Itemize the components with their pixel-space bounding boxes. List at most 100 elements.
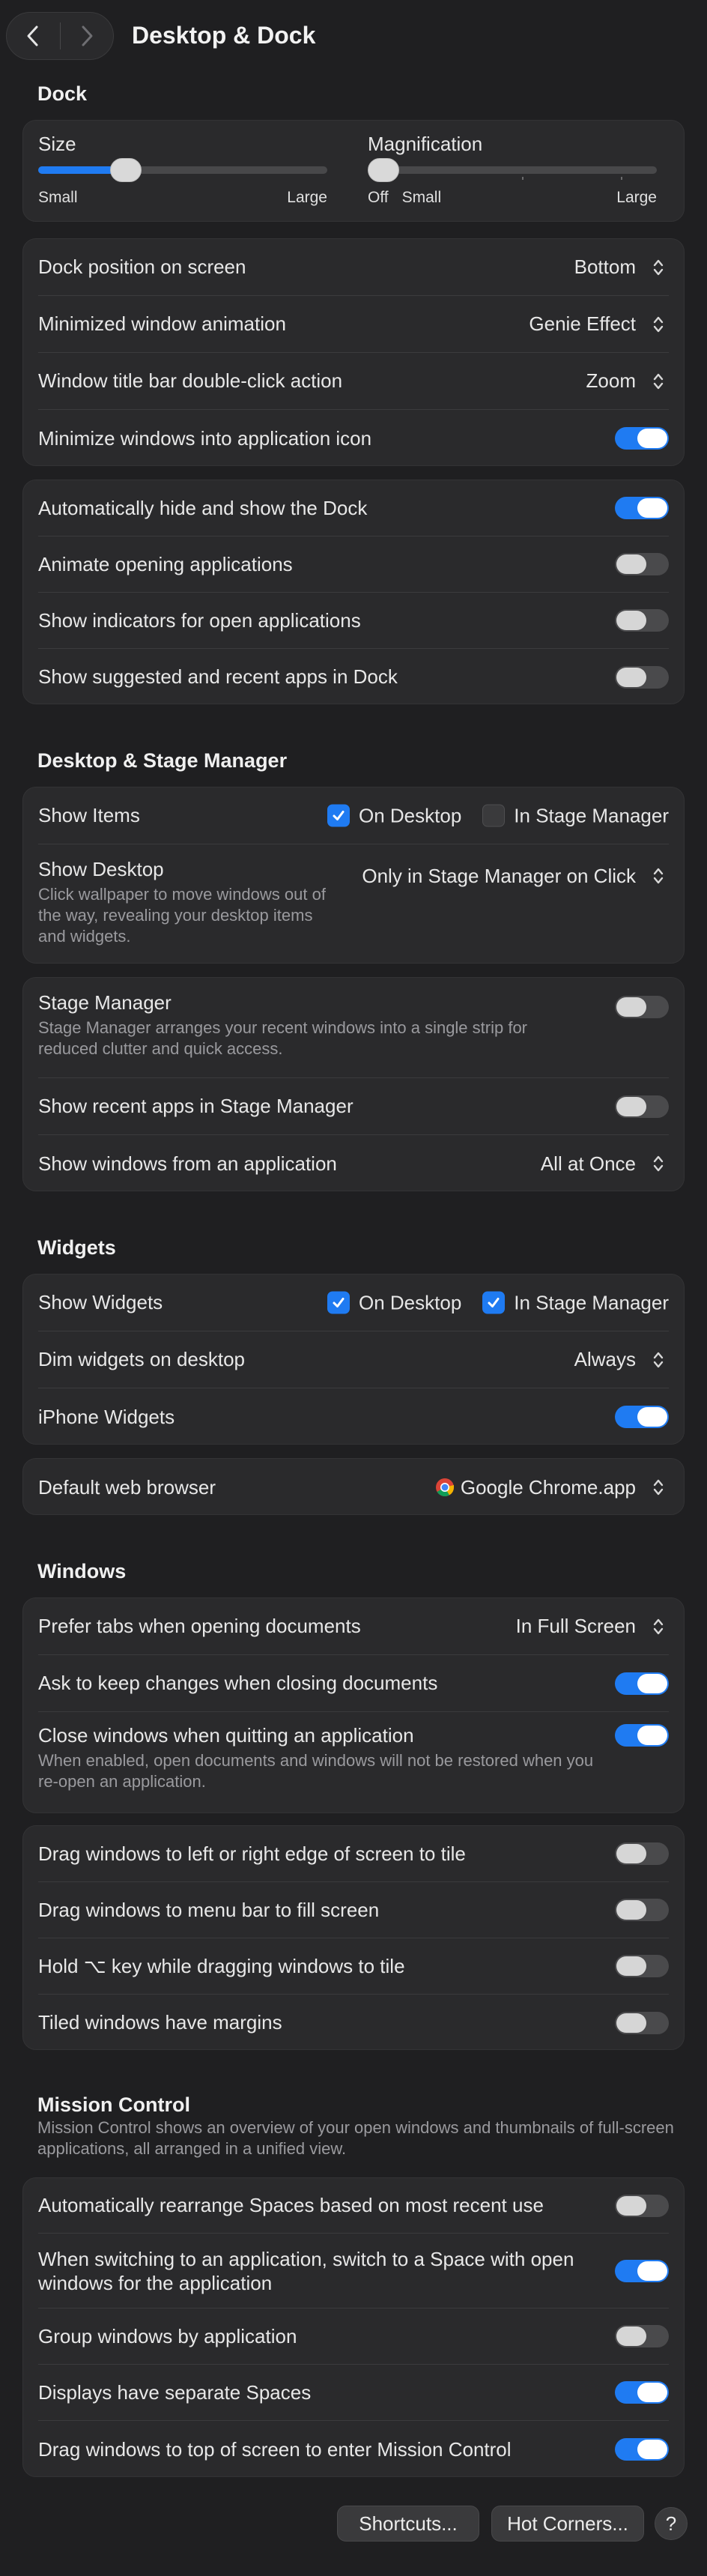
show-items-stage-label: In Stage Manager xyxy=(514,804,669,826)
rearrange-toggle[interactable] xyxy=(615,2194,669,2217)
minimize-animation-value: Genie Effect xyxy=(529,312,636,335)
forward-button[interactable] xyxy=(61,12,114,60)
mission-control-description: Mission Control shows an overview of you… xyxy=(37,2118,674,2158)
show-indicators-toggle[interactable] xyxy=(615,609,669,632)
show-widgets-desktop-label: On Desktop xyxy=(359,1291,462,1313)
drag-edge-toggle[interactable] xyxy=(615,1842,669,1865)
checkmark-icon xyxy=(333,1298,345,1307)
default-browser-popup[interactable]: Google Chrome.app xyxy=(435,1474,669,1501)
switch-space-toggle[interactable] xyxy=(615,2259,669,2282)
show-items-card: Show Items On Desktop In Stage Manager S… xyxy=(22,787,685,964)
stepper-icon xyxy=(648,1613,669,1640)
stepper-icon xyxy=(648,311,669,338)
double-click-value: Zoom xyxy=(586,369,636,392)
toggle-knob xyxy=(616,1956,646,1976)
toggle-knob xyxy=(616,1900,646,1920)
stage-manager-toggle[interactable] xyxy=(615,996,669,1018)
prefer-tabs-popup[interactable]: In Full Screen xyxy=(516,1613,669,1640)
checkbox[interactable] xyxy=(327,804,350,827)
separate-spaces-toggle[interactable] xyxy=(615,2381,669,2404)
toggle-knob xyxy=(616,2013,646,2033)
drag-top-row: Drag windows to top of screen to enter M… xyxy=(38,2421,669,2478)
checkbox[interactable] xyxy=(482,1291,506,1314)
show-items-row: Show Items On Desktop In Stage Manager xyxy=(38,787,669,844)
prefer-tabs-row: Prefer tabs when opening documents In Fu… xyxy=(38,1598,669,1655)
stage-manager-label: Stage Manager xyxy=(38,991,172,1014)
section-title-widgets: Widgets xyxy=(37,1236,116,1259)
close-windows-label: Close windows when quitting an applicati… xyxy=(38,1724,414,1747)
checkmark-icon xyxy=(333,811,345,820)
animate-opening-row: Animate opening applications xyxy=(38,536,669,593)
hold-option-toggle[interactable] xyxy=(615,1955,669,1977)
rearrange-label: Automatically rearrange Spaces based on … xyxy=(38,2194,544,2216)
show-items-desktop-check[interactable]: On Desktop xyxy=(327,804,461,827)
magnification-slider[interactable] xyxy=(368,158,657,182)
size-slider-thumb[interactable] xyxy=(110,158,142,182)
toggle-knob xyxy=(616,611,646,630)
animate-opening-toggle[interactable] xyxy=(615,553,669,575)
checkbox[interactable] xyxy=(482,804,506,827)
drag-top-toggle[interactable] xyxy=(615,2438,669,2461)
minimize-animation-popup[interactable]: Genie Effect xyxy=(529,311,669,338)
drag-menubar-toggle[interactable] xyxy=(615,1899,669,1921)
double-click-popup[interactable]: Zoom xyxy=(586,368,669,395)
tiled-margins-toggle[interactable] xyxy=(615,2011,669,2034)
windows-card: Prefer tabs when opening documents In Fu… xyxy=(22,1597,685,1813)
autohide-toggle[interactable] xyxy=(615,497,669,519)
toggle-knob xyxy=(637,2261,667,2281)
autohide-label: Automatically hide and show the Dock xyxy=(38,496,368,519)
dim-widgets-label: Dim widgets on desktop xyxy=(38,1348,246,1370)
magnification-min-label: Small xyxy=(401,189,442,206)
magnification-tick xyxy=(522,177,524,180)
group-windows-toggle[interactable] xyxy=(615,2325,669,2347)
tiling-card: Drag windows to left or right edge of sc… xyxy=(22,1825,685,2050)
back-button[interactable] xyxy=(7,12,60,60)
size-slider-group: Size Small Large xyxy=(38,133,327,207)
group-windows-row: Group windows by application xyxy=(38,2309,669,2365)
dim-widgets-row: Dim widgets on desktop Always xyxy=(38,1331,669,1388)
hot-corners-button[interactable]: Hot Corners... xyxy=(491,2506,644,2542)
close-windows-toggle[interactable] xyxy=(615,1724,669,1747)
show-widgets-desktop-check[interactable]: On Desktop xyxy=(327,1291,461,1314)
checkbox[interactable] xyxy=(327,1291,350,1314)
stepper-icon xyxy=(648,1150,669,1177)
help-button[interactable]: ? xyxy=(655,2507,688,2540)
toggle-knob xyxy=(637,1407,667,1427)
show-desktop-label: Show Desktop xyxy=(38,858,164,880)
show-widgets-stage-check[interactable]: In Stage Manager xyxy=(482,1291,669,1314)
toggle-knob xyxy=(616,1096,646,1116)
dock-position-popup[interactable]: Bottom xyxy=(574,254,669,281)
show-indicators-label: Show indicators for open applications xyxy=(38,608,361,632)
shortcuts-button[interactable]: Shortcuts... xyxy=(337,2506,479,2542)
iphone-widgets-toggle[interactable] xyxy=(615,1406,669,1428)
minimize-animation-label: Minimized window animation xyxy=(38,312,286,335)
recent-apps-toggle[interactable] xyxy=(615,1095,669,1118)
show-items-label: Show Items xyxy=(38,804,140,826)
recent-apps-label: Show recent apps in Stage Manager xyxy=(38,1095,354,1117)
page-title: Desktop & Dock xyxy=(132,22,316,49)
close-windows-description: When enabled, open documents and windows… xyxy=(38,1751,594,1791)
show-suggested-toggle[interactable] xyxy=(615,665,669,689)
iphone-widgets-label: iPhone Widgets xyxy=(38,1405,175,1428)
section-title-stage-manager: Desktop & Stage Manager xyxy=(37,749,288,772)
toggle-knob xyxy=(637,429,667,448)
magnification-slider-thumb[interactable] xyxy=(368,158,399,182)
show-items-stage-check[interactable]: In Stage Manager xyxy=(482,804,669,827)
chrome-icon xyxy=(435,1478,454,1497)
switch-space-row: When switching to an application, switch… xyxy=(38,2234,669,2309)
minimize-animation-row: Minimized window animation Genie Effect xyxy=(38,296,669,353)
show-desktop-popup[interactable]: Only in Stage Manager on Click xyxy=(362,862,669,889)
toggle-knob xyxy=(616,2195,646,2216)
show-suggested-label: Show suggested and recent apps in Dock xyxy=(38,665,398,688)
minimize-into-icon-toggle[interactable] xyxy=(615,427,669,450)
dim-widgets-popup[interactable]: Always xyxy=(574,1346,669,1373)
ask-keep-toggle[interactable] xyxy=(615,1672,669,1695)
section-title-windows: Windows xyxy=(37,1560,127,1582)
windows-from-app-popup[interactable]: All at Once xyxy=(541,1150,669,1177)
toggle-knob xyxy=(637,2440,667,2459)
drag-menubar-label: Drag windows to menu bar to fill screen xyxy=(38,1898,380,1921)
size-max-label: Large xyxy=(287,189,327,206)
show-suggested-row: Show suggested and recent apps in Dock xyxy=(38,649,669,705)
drag-edge-row: Drag windows to left or right edge of sc… xyxy=(38,1826,669,1882)
size-slider[interactable] xyxy=(38,158,327,182)
